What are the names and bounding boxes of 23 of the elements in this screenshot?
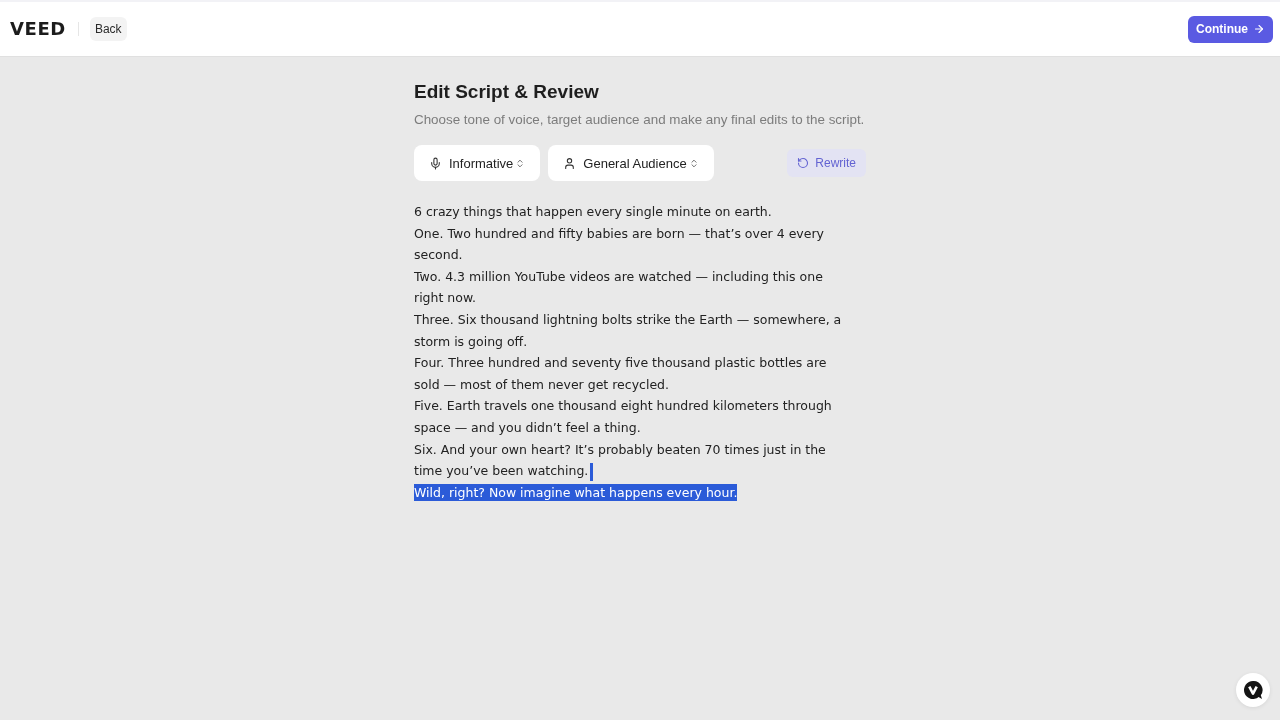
chevrons-up-down-icon <box>515 157 526 169</box>
speech-bubble-icon <box>1243 680 1263 700</box>
audience-select[interactable]: General Audience <box>548 145 714 181</box>
script-line: 6 crazy things that happen every single minute on earth. <box>414 203 772 221</box>
page-title: Edit Script & Review <box>414 80 600 104</box>
chat-launcher-button[interactable] <box>1236 673 1270 707</box>
script-line: Six. And your own heart? It’s probably beaten 70 times just in the time you’ve been watching. <box>414 438 852 482</box>
logo-text: VEED <box>10 20 66 38</box>
rotate-icon <box>797 157 810 169</box>
user-icon <box>563 156 577 170</box>
microphone-icon <box>429 156 442 170</box>
page-subtitle: Choose tone of voice, target audience and make any final edits to the script. <box>414 111 866 129</box>
script-line: Five. Earth travels one thousand eight hundred kilometers through space — and you didn’t feel a thing. <box>414 397 833 437</box>
chevrons-up-down-icon <box>688 157 699 169</box>
back-button[interactable]: Back <box>89 17 127 41</box>
arrow-right-icon <box>1253 23 1265 35</box>
rewrite-button[interactable]: Rewrite <box>787 149 866 177</box>
script-line: Two. 4.3 million YouTube videos are watched — including this one right now. <box>414 267 824 308</box>
tone-select[interactable]: Informative <box>414 145 541 181</box>
script-line: Three. Six thousand lightning bolts strike the Earth — somewhere, a storm is going off. <box>414 310 843 351</box>
continue-button[interactable]: Continue <box>1188 15 1273 43</box>
script-line: Four. Three hundred and seventy five thousand plastic bottles are sold — most of them never get recycled. <box>414 354 828 394</box>
script-line: One. Two hundred and fifty babies are born — that’s over 4 every second. <box>414 224 825 265</box>
